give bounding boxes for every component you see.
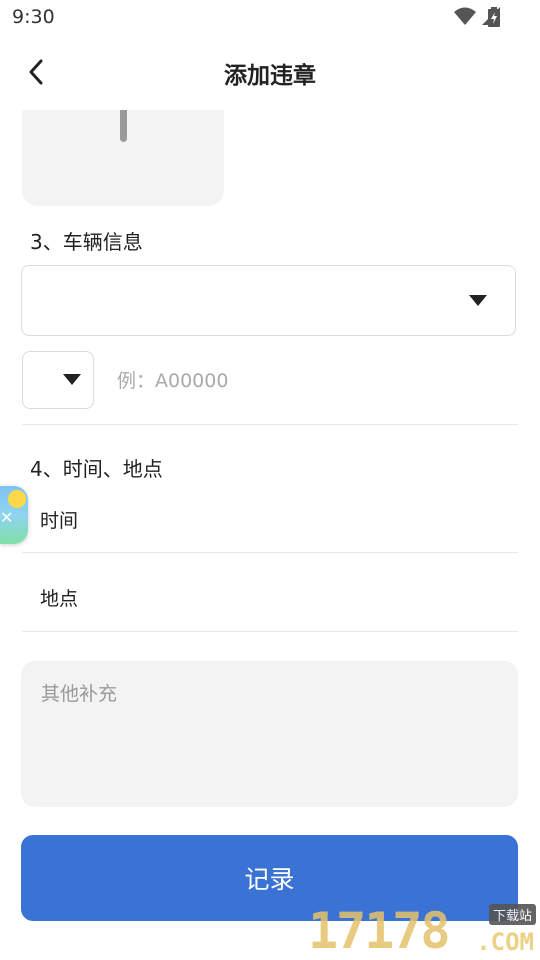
battery-icon	[488, 7, 500, 27]
status-bar: 9:30	[0, 0, 540, 36]
time-place-section-label: 4、时间、地点	[30, 457, 163, 481]
photo-placeholder-mark	[120, 110, 127, 142]
watermark: 17178 .COM 下载站	[308, 900, 538, 960]
plate-number-input[interactable]	[115, 362, 509, 400]
time-field[interactable]: 时间	[22, 490, 518, 550]
caret-down-icon	[469, 295, 487, 306]
vehicle-section-label: 3、车辆信息	[30, 230, 143, 254]
vehicle-select[interactable]	[21, 265, 516, 336]
place-field[interactable]: 地点	[22, 568, 518, 628]
plate-prefix-select[interactable]	[22, 351, 94, 409]
place-label: 地点	[40, 588, 79, 610]
divider	[22, 631, 518, 632]
app-bar: 添加违章	[0, 40, 540, 106]
notes-textarea[interactable]	[21, 661, 518, 807]
divider	[22, 424, 518, 425]
status-time: 9:30	[12, 6, 55, 28]
close-icon: ✕	[0, 508, 14, 527]
divider	[22, 552, 518, 553]
caret-down-icon	[63, 374, 81, 385]
time-label: 时间	[40, 510, 79, 532]
sun-icon	[8, 490, 26, 508]
wifi-icon	[454, 7, 476, 25]
watermark-digits: 17178	[308, 902, 451, 960]
watermark-suffix: .COM	[476, 928, 534, 956]
watermark-badge: 下载站	[488, 904, 536, 925]
floating-widget[interactable]: ✕	[0, 486, 28, 544]
photo-upload-box[interactable]	[22, 110, 224, 206]
page-title: 添加违章	[224, 63, 316, 89]
